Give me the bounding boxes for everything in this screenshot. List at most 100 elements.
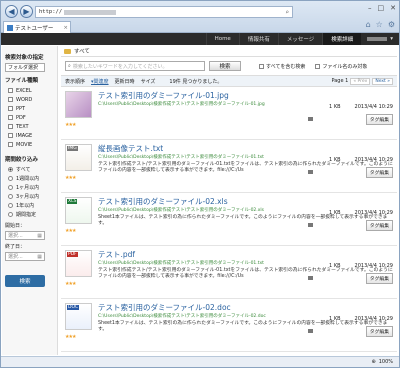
rating-stars[interactable]: ★★★ [65, 334, 76, 340]
tag-edit-button[interactable]: タグ編集 [365, 167, 393, 178]
window-controls: – □ ✕ [368, 4, 396, 12]
minimize-icon[interactable]: – [368, 4, 372, 12]
address-redacted [64, 9, 117, 15]
result-snippet: Sheet1本ファイルは、テスト索引の為に作られたダミーファイルです。このように… [98, 321, 388, 333]
folder-select[interactable]: フォルダ選択 [5, 63, 45, 72]
close-tab-icon[interactable]: × [63, 25, 70, 31]
period-1month[interactable]: 1ヶ月以内 [5, 183, 54, 192]
nav-sharing[interactable]: 情報共有 [238, 33, 278, 45]
browser-chrome: ◀ ▶ http:// ⌕ テストユーザー × – □ ✕ ⌂ ☆ ⚙ [1, 1, 399, 33]
result-size: 1 KB [329, 263, 341, 269]
browser-tab[interactable]: テストユーザー × [3, 21, 71, 33]
file-type-icon: PDF [67, 252, 78, 257]
filetype-excel[interactable]: EXCEL [5, 86, 54, 95]
search-placeholder: 検索したいキワードを入力してください。 [72, 63, 168, 70]
result-size: 1 KB [329, 157, 341, 163]
browser-tools: ⌂ ☆ ⚙ [366, 20, 395, 29]
nav-messages[interactable]: メッセージ [277, 33, 322, 45]
result-body: 縦長画像テスト.txt C:\Users\Public\Desktop\検索作成… [98, 144, 393, 190]
scope-title: 検索対象の指定 [5, 55, 44, 61]
result-title[interactable]: テスト索引用のダミーファイル-01.jpg [98, 91, 393, 100]
option-include-all[interactable]: すべてを含む検索 [259, 63, 305, 70]
sidebar-search-button[interactable]: 検索 [5, 275, 45, 287]
zoom-level[interactable]: 100% [379, 359, 393, 365]
sort-relevance[interactable]: ▾関連度 [91, 78, 109, 85]
filetype-pdf[interactable]: PDF [5, 113, 54, 122]
result-item: IMG ★★★ 縦長画像テスト.txt C:\Users\Public\Desk… [61, 140, 397, 193]
tag-edit-button[interactable]: タグ編集 [365, 220, 393, 231]
address-search-icon[interactable]: ⌕ [285, 9, 292, 16]
nav-home[interactable]: Home [205, 33, 239, 45]
result-title[interactable]: テスト索引用のダミーファイル-02.xls [98, 197, 393, 206]
search-input[interactable]: ⌕ 検索したいキワードを入力してください。 [65, 61, 205, 71]
back-icon[interactable]: ◀ [5, 5, 18, 18]
file-thumbnail[interactable]: XLS [65, 197, 92, 224]
next-button[interactable]: Next » [372, 77, 393, 85]
result-item: DOC ★★★ テスト索引用のダミーファイル-02.doc C:\Users\P… [61, 299, 397, 352]
file-thumbnail[interactable] [65, 91, 92, 118]
result-date: 2013/4/4 10:29 [354, 263, 393, 269]
tag-edit-button[interactable]: タグ編集 [365, 114, 393, 125]
filetype-image[interactable]: IMAGE [5, 131, 54, 140]
search-button[interactable]: 検索 [209, 61, 241, 71]
sort-bar: 表示順序 ▾関連度 更新日時 サイズ 19件 見つかりました。 Page 1 «… [61, 75, 397, 87]
filetype-ppt[interactable]: PPT [5, 104, 54, 113]
option-filename-only[interactable]: ファイル名のみ対象 [315, 63, 367, 70]
period-1year[interactable]: 1年以内 [5, 201, 54, 210]
filetype-word[interactable]: WORD [5, 95, 54, 104]
tag-edit-button[interactable]: タグ編集 [365, 326, 393, 337]
result-title[interactable]: テスト索引用のダミーファイル-02.doc [98, 303, 393, 312]
result-item: PDF ★★★ テスト.pdf C:\Users\Public\Desktop\… [61, 246, 397, 299]
breadcrumb-all[interactable]: すべて [74, 47, 90, 55]
user-menu[interactable]: ▾ [361, 33, 399, 45]
result-body: テスト索引用のダミーファイル-01.jpg C:\Users\Public\De… [98, 91, 393, 137]
favorites-icon[interactable]: ☆ [376, 20, 383, 29]
period-1week[interactable]: 1週間以内 [5, 174, 54, 183]
period-all[interactable]: すべて [5, 165, 54, 174]
start-date-input[interactable]: 選択... ▦ [5, 231, 45, 240]
search-filter-sidebar: 検索対象の指定 フォルダ選択 ファイル種類 EXCEL WORD PPT PDF… [2, 46, 58, 355]
result-meta: 1 KB 2013/4/4 10:29 [329, 263, 393, 269]
close-window-icon[interactable]: ✕ [390, 4, 396, 12]
file-thumbnail[interactable]: PDF [65, 250, 92, 277]
tag-icon [308, 276, 313, 280]
result-meta: 1 KB 2013/4/4 10:29 [329, 210, 393, 216]
result-snippet: Sheet1本ファイルは、テスト索引の為に作られたダミーファイルです。このように… [98, 215, 388, 227]
maximize-icon[interactable]: □ [378, 4, 385, 12]
rating-stars[interactable]: ★★★ [65, 281, 76, 287]
address-bar[interactable]: http:// ⌕ [35, 6, 293, 18]
tag-icon [308, 223, 313, 227]
zoom-icon: ⊕ [371, 359, 376, 365]
forward-icon[interactable]: ▶ [20, 5, 33, 18]
period-3months[interactable]: 3ヶ月以内 [5, 192, 54, 201]
period-title: 期間絞り込み [5, 157, 39, 163]
rating-stars[interactable]: ★★★ [65, 122, 76, 128]
result-body: テスト.pdf C:\Users\Public\Desktop\検索作成テスト\… [98, 250, 393, 296]
tag-edit-button[interactable]: タグ編集 [365, 273, 393, 284]
file-thumbnail[interactable]: DOC [65, 303, 92, 330]
result-date: 2013/4/4 10:29 [354, 104, 393, 110]
rating-stars[interactable]: ★★★ [65, 228, 76, 234]
file-thumbnail[interactable]: IMG [65, 144, 92, 171]
result-title[interactable]: 縦長画像テスト.txt [98, 144, 393, 153]
prev-button[interactable]: « Prev [350, 77, 371, 85]
filetype-text[interactable]: TEXT [5, 122, 54, 131]
filetype-movie[interactable]: MOVIE [5, 140, 54, 149]
filetype-title: ファイル種類 [5, 78, 39, 84]
nav-advanced-search[interactable]: 検索詳細 [322, 33, 362, 45]
result-title[interactable]: テスト.pdf [98, 250, 393, 259]
result-date: 2013/4/4 10:29 [354, 316, 393, 322]
period-custom[interactable]: 期間指定 [5, 210, 54, 219]
result-date: 2013/4/4 10:29 [354, 157, 393, 163]
address-text: http:// [39, 9, 63, 15]
sort-size[interactable]: サイズ [141, 78, 156, 85]
pager: Page 1 « Prev Next » [331, 77, 393, 85]
settings-icon[interactable]: ⚙ [388, 20, 395, 29]
folder-select-label: フォルダ選択 [8, 65, 39, 71]
rating-stars[interactable]: ★★★ [65, 175, 76, 181]
sort-updated[interactable]: 更新日時 [115, 78, 135, 85]
home-icon[interactable]: ⌂ [366, 20, 371, 29]
result-date: 2013/4/4 10:29 [354, 210, 393, 216]
end-date-input[interactable]: 選択... ▦ [5, 252, 45, 261]
browser-window: ◀ ▶ http:// ⌕ テストユーザー × – □ ✕ ⌂ ☆ ⚙ Home… [0, 0, 400, 368]
